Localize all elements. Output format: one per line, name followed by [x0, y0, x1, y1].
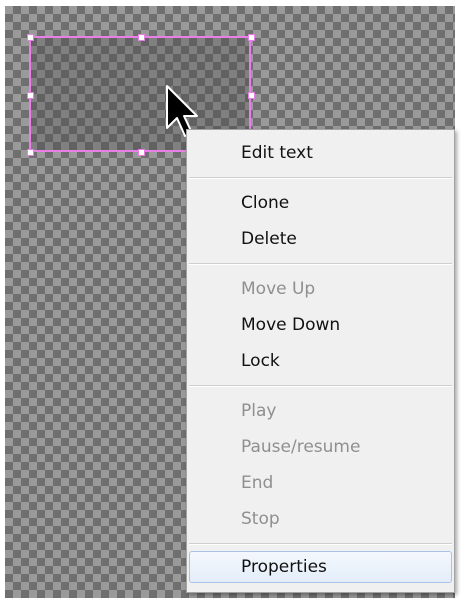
- resize-handle-top-right[interactable]: [248, 34, 255, 41]
- resize-handle-top-left[interactable]: [27, 34, 34, 41]
- resize-handle-middle-left[interactable]: [27, 92, 34, 99]
- menu-item-pause-resume: Pause/resume: [241, 437, 361, 457]
- menu-separator: [189, 177, 452, 179]
- resize-handle-top-center[interactable]: [138, 34, 145, 41]
- menu-item-clone[interactable]: Clone: [187, 185, 454, 221]
- menu-item-play: Play: [241, 401, 277, 421]
- resize-handle-bottom-center[interactable]: [138, 149, 145, 156]
- resize-handle-bottom-left[interactable]: [27, 149, 34, 156]
- menu-item-move-up: Move Up: [241, 279, 316, 299]
- menu-separator: [189, 263, 452, 265]
- resize-handle-middle-right[interactable]: [248, 92, 255, 99]
- menu-item-stop: Stop: [241, 509, 280, 529]
- context-menu: Edit text Clone Delete Move Up Move Down Lock…: [186, 129, 455, 593]
- menu-item-edit-text[interactable]: Edit text: [187, 135, 454, 171]
- menu-item-move-down[interactable]: Move Down: [187, 307, 454, 343]
- menu-separator: [189, 385, 452, 387]
- menu-item-end: End: [241, 473, 274, 493]
- menu-item-properties[interactable]: Properties: [189, 551, 452, 583]
- menu-item-delete[interactable]: Delete: [187, 221, 454, 257]
- menu-separator: [189, 543, 452, 545]
- menu-item-lock[interactable]: Lock: [187, 343, 454, 379]
